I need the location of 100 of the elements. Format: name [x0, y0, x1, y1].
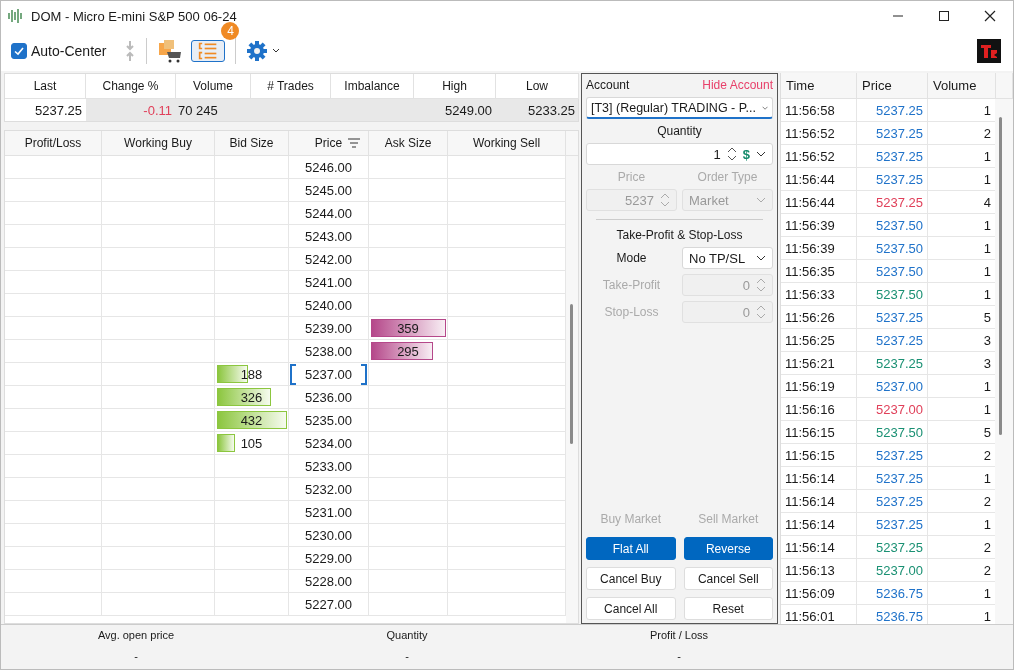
order-button[interactable]: Reverse: [683, 537, 773, 560]
caret-icon[interactable]: [272, 48, 281, 54]
cart-icon[interactable]: [157, 38, 184, 64]
column-header[interactable]: Ask Size: [369, 131, 448, 155]
maximize-icon[interactable]: [938, 10, 950, 22]
notification-badge: 4: [221, 22, 240, 40]
time-cell: 11:56:14: [781, 536, 857, 559]
quantity-label: Quantity: [656, 124, 703, 138]
bid-size: 432: [239, 412, 264, 428]
price-cell: 5237.00: [857, 559, 928, 582]
price-cell: 5237.25: [857, 352, 928, 375]
column-header[interactable]: Bid Size: [215, 131, 289, 155]
price-level[interactable]: 5245.00: [290, 179, 367, 201]
price-level[interactable]: 5242.00: [290, 248, 367, 270]
order-list-button[interactable]: [191, 40, 226, 62]
time-cell: 11:56:26: [781, 306, 857, 329]
caret-icon[interactable]: [756, 151, 766, 157]
price-level[interactable]: 5229.00: [290, 547, 367, 569]
order-button[interactable]: Flat All: [586, 537, 676, 560]
time-cell: 11:56:58: [781, 99, 857, 122]
summary-value: -: [134, 650, 138, 662]
time-cell: 11:56:52: [781, 145, 857, 168]
time-cell: 11:56:14: [781, 513, 857, 536]
time-cell: 11:56:39: [781, 237, 857, 260]
time-cell: 11:56:39: [781, 214, 857, 237]
price-cell: 5237.50: [857, 214, 928, 237]
summary-label: Profit / Loss: [649, 629, 709, 641]
price-level[interactable]: 5234.00: [290, 432, 367, 454]
price-level[interactable]: 5233.00: [290, 455, 367, 477]
price-level[interactable]: 5230.00: [290, 524, 367, 546]
hide-account-link[interactable]: Hide Account: [702, 78, 773, 92]
time-cell: 11:56:52: [781, 122, 857, 145]
order-button[interactable]: Reset: [683, 597, 773, 620]
time-cell: 11:56:35: [781, 260, 857, 283]
column-header[interactable]: Time: [781, 73, 857, 98]
price-cell: 5237.25: [857, 490, 928, 513]
time-cell: 11:56:13: [781, 559, 857, 582]
mode-label: Mode: [615, 251, 648, 265]
scrollbar-thumb[interactable]: [999, 117, 1002, 435]
settings-icon[interactable]: [246, 40, 269, 62]
column-header[interactable]: Profit/Loss: [5, 131, 102, 155]
caret-icon: [756, 255, 766, 261]
section-title: Take-Profit & Stop-Loss: [615, 228, 744, 242]
price-cell: 5236.75: [857, 582, 928, 605]
table-cell: 5237.25: [5, 99, 86, 121]
auto-center-label[interactable]: Auto-Center: [31, 43, 107, 59]
auto-center-checkbox[interactable]: [11, 43, 27, 59]
price-level[interactable]: 5238.00: [290, 340, 367, 362]
price-level[interactable]: 5236.00: [290, 386, 367, 408]
column-header[interactable]: Working Buy: [102, 131, 215, 155]
stop-loss-label: Stop-Loss: [603, 305, 660, 319]
account-dropdown[interactable]: [T3] (Regular) TRADING - P...: [586, 97, 773, 119]
window-title: DOM - Micro E-mini S&P 500 06-24: [31, 8, 237, 24]
close-icon[interactable]: [984, 10, 996, 22]
table-cell-text: -0.11: [142, 101, 173, 120]
summary-value: -: [677, 650, 681, 662]
price-level[interactable]: 5243.00: [290, 225, 367, 247]
price-level[interactable]: 5237.00: [290, 363, 367, 385]
price-cell: 5237.00: [857, 375, 928, 398]
price-cell: 5237.25: [857, 145, 928, 168]
scrollbar-thumb[interactable]: [570, 304, 573, 444]
currency-symbol[interactable]: $: [742, 146, 750, 162]
order-button[interactable]: Cancel Buy: [586, 567, 676, 590]
column-header[interactable]: Price: [289, 131, 369, 155]
time-cell: 11:56:14: [781, 467, 857, 490]
price-level[interactable]: 5244.00: [290, 202, 367, 224]
price-level[interactable]: 5240.00: [290, 294, 367, 316]
order-button[interactable]: Cancel Sell: [683, 567, 773, 590]
price-cell: 5237.50: [857, 283, 928, 306]
price-level[interactable]: 5232.00: [290, 478, 367, 500]
caret-icon: [756, 197, 766, 203]
price-level[interactable]: 5228.00: [290, 570, 367, 592]
time-cell: 11:56:33: [781, 283, 857, 306]
filter-icon[interactable]: [348, 138, 360, 148]
column-header[interactable]: Price: [857, 73, 928, 98]
account-label: Account: [586, 78, 630, 92]
price-level[interactable]: 5235.00: [290, 409, 367, 431]
price-cell: 5237.25: [857, 306, 928, 329]
time-cell: 11:56:21: [781, 352, 857, 375]
price-cell: 5237.25: [857, 99, 928, 122]
price-level[interactable]: 5241.00: [290, 271, 367, 293]
price-cell: 5237.50: [857, 237, 928, 260]
time-cell: 11:56:25: [781, 329, 857, 352]
price-level[interactable]: 5239.00: [290, 317, 367, 339]
mode-dropdown[interactable]: No TP/SL: [682, 247, 773, 269]
ask-size: 295: [396, 343, 420, 359]
column-header[interactable]: Working Sell: [448, 131, 566, 155]
time-cell: 11:56:09: [781, 582, 857, 605]
price-label: Price: [616, 170, 647, 184]
price-level[interactable]: 5227.00: [290, 593, 367, 615]
spinner-icon[interactable]: [726, 147, 737, 161]
column-header[interactable]: Volume: [928, 73, 996, 98]
summary-label: Avg. open price: [97, 629, 175, 641]
price-level[interactable]: 5246.00: [290, 156, 367, 178]
quantity-field[interactable]: 1 $: [586, 143, 773, 165]
price-cell: 5237.25: [857, 467, 928, 490]
price-cell: 5237.25: [857, 122, 928, 145]
order-button[interactable]: Cancel All: [586, 597, 676, 620]
price-cell: 5237.25: [857, 329, 928, 352]
price-level[interactable]: 5231.00: [290, 501, 367, 523]
